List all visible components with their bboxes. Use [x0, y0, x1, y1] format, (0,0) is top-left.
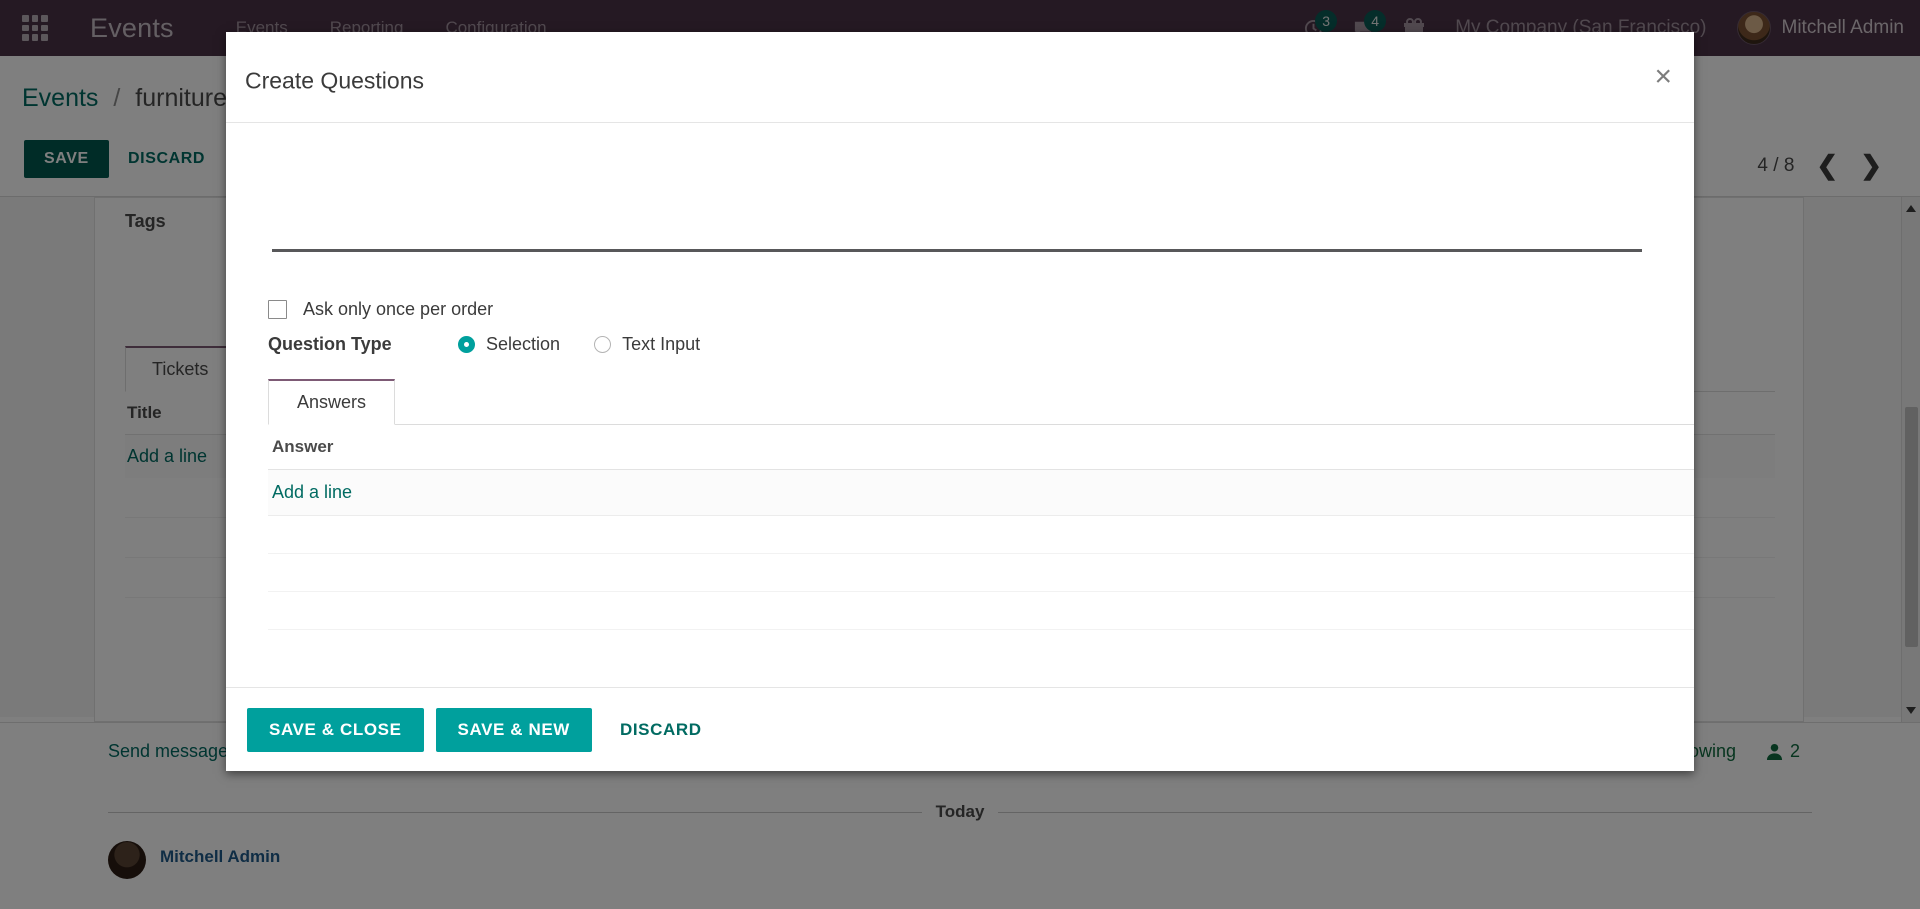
radio-selection[interactable]	[458, 336, 475, 353]
answers-add-a-line[interactable]: Add a line	[268, 470, 1694, 516]
answers-column-header: Answer	[268, 425, 1694, 470]
dialog-title: Create Questions	[245, 67, 424, 94]
create-questions-dialog: Create Questions × Ask only once per ord…	[226, 32, 1694, 771]
answers-notebook: Answers Answer Add a line	[268, 379, 1694, 630]
radio-text-input-label: Text Input	[622, 334, 701, 354]
radio-text-input[interactable]	[594, 336, 612, 353]
dialog-header: Create Questions ×	[226, 32, 1694, 123]
tab-answers[interactable]: Answers	[268, 379, 396, 425]
answers-empty-row	[268, 592, 1694, 630]
answers-empty-row	[268, 554, 1694, 592]
ask-once-row: Ask only once per order	[268, 299, 493, 320]
ask-once-checkbox[interactable]	[268, 300, 287, 319]
dialog-body: Ask only once per order Question Type Se…	[226, 123, 1694, 687]
save-and-new-button[interactable]: SAVE & NEW	[435, 707, 592, 752]
question-type-label: Question Type	[268, 334, 392, 354]
question-title-field	[272, 208, 1642, 252]
question-title-input[interactable]	[272, 208, 1642, 252]
radio-selection-label: Selection	[486, 334, 561, 354]
dialog-footer: SAVE & CLOSE SAVE & NEW DISCARD	[226, 687, 1694, 771]
dialog-discard-button[interactable]: DISCARD	[604, 708, 718, 752]
question-type-row: Question Type Selection Text Input	[268, 334, 734, 355]
close-icon[interactable]: ×	[1654, 62, 1672, 92]
answers-notebook-tabs: Answers	[268, 379, 1694, 425]
question-type-option-selection[interactable]: Selection	[458, 334, 560, 355]
save-and-close-button[interactable]: SAVE & CLOSE	[247, 707, 424, 752]
answers-empty-row	[268, 516, 1694, 554]
question-type-option-text-input[interactable]: Text Input	[594, 334, 700, 355]
application-root: Events Events Reporting Configuration 3 …	[0, 0, 1920, 909]
ask-once-label: Ask only once per order	[303, 299, 494, 319]
